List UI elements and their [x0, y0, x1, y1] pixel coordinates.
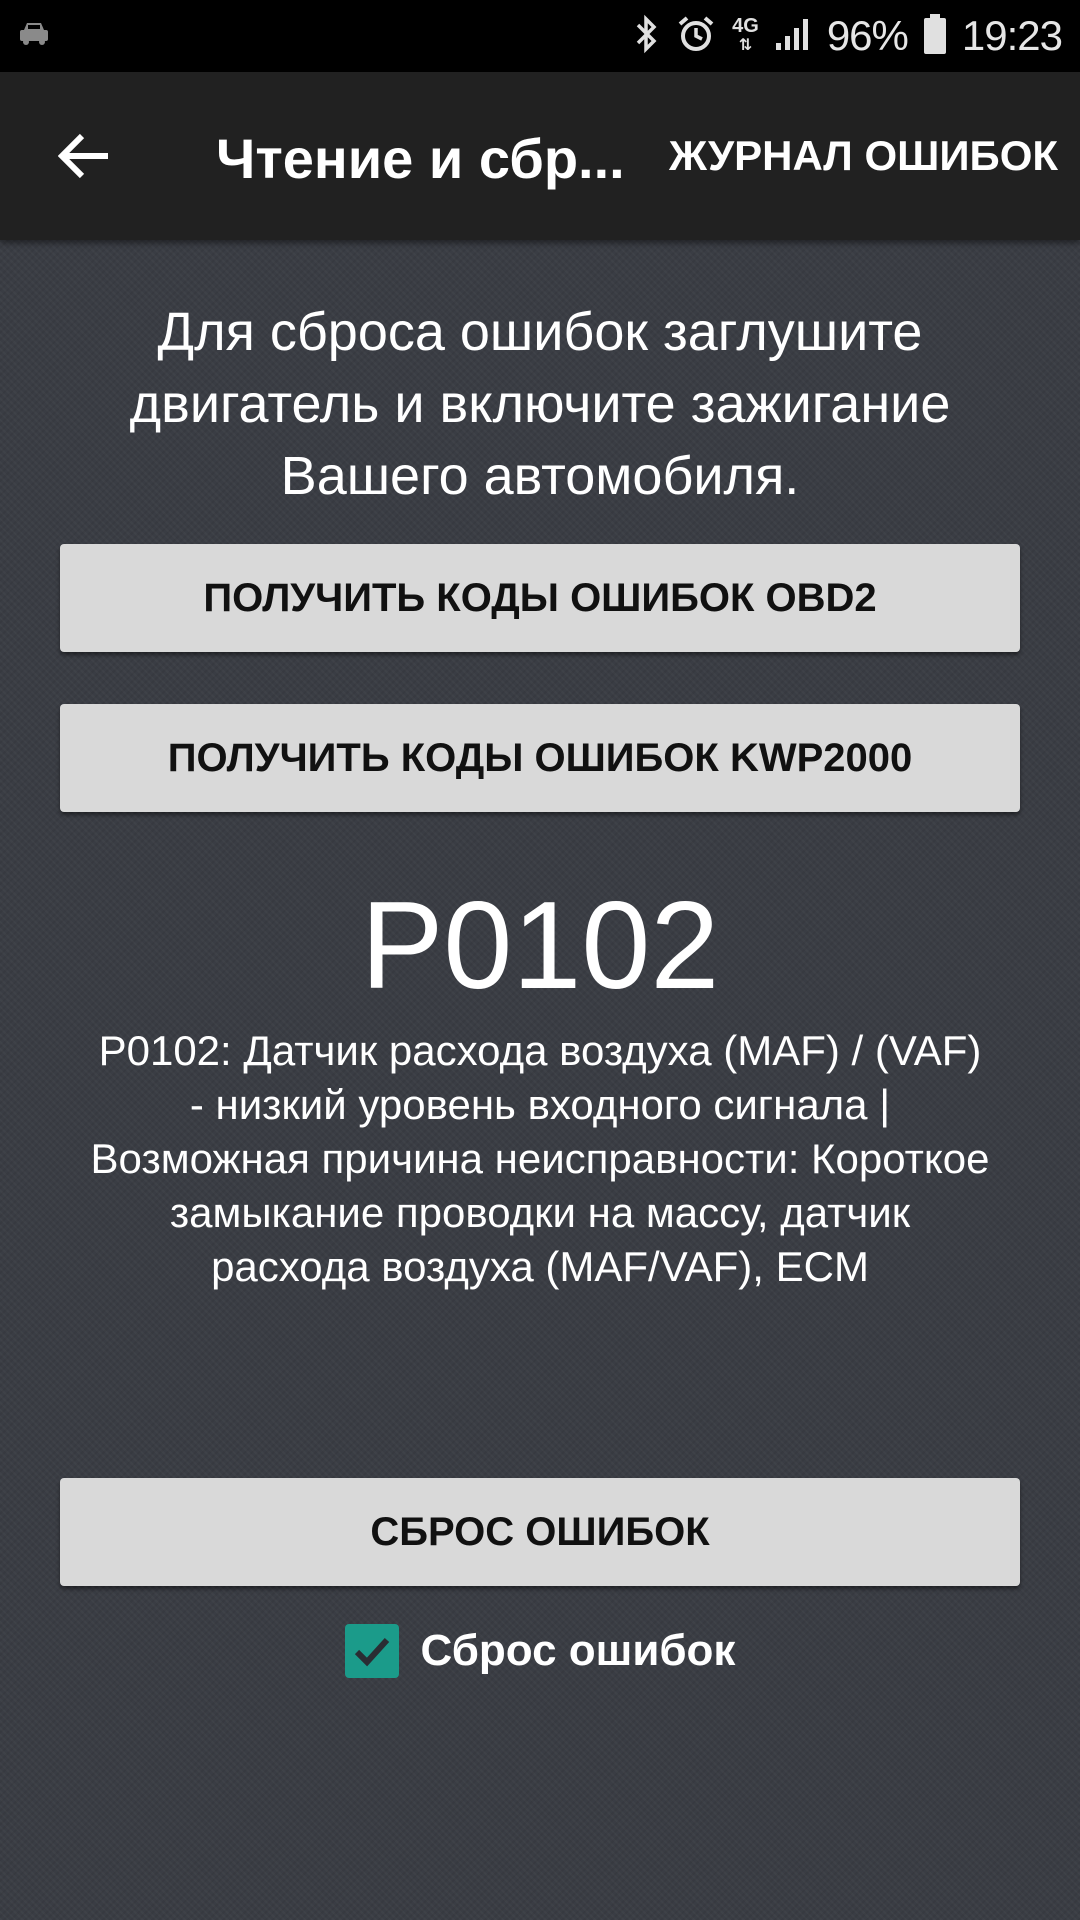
get-kwp2000-codes-button[interactable]: ПОЛУЧИТЬ КОДЫ ОШИБОК KWP2000: [60, 704, 1020, 812]
reset-errors-button[interactable]: СБРОС ОШИБОК: [60, 1478, 1020, 1586]
battery-icon: [923, 13, 946, 59]
reset-checkbox-label: Сброс ошибок: [420, 1626, 736, 1675]
error-description: P0102: Датчик расхода воздуха (MAF) / (V…: [90, 1027, 990, 1290]
reset-checkbox[interactable]: [344, 1624, 399, 1678]
instruction-text: Для сброса ошибок заглушите двигатель и …: [129, 302, 951, 506]
app-bar: Чтение и сбр... ЖУРНАЛ ОШИБОК: [0, 72, 1080, 240]
status-icons: 4G ⇅ 96% 19:23: [634, 0, 1063, 72]
clock: 19:23: [961, 12, 1063, 59]
error-code: P0102: [360, 877, 720, 1015]
back-button[interactable]: [44, 116, 124, 196]
page-title: Чтение и сбр...: [216, 127, 625, 190]
alarm-icon: [676, 14, 716, 59]
status-bar: 4G ⇅ 96% 19:23: [0, 0, 1080, 72]
checkmark-icon: [354, 1637, 389, 1667]
error-log-button[interactable]: ЖУРНАЛ ОШИБОК: [669, 132, 1058, 180]
signal-icon: [775, 17, 811, 56]
reset-checkbox-row[interactable]: Сброс ошибок: [0, 1624, 1080, 1678]
bluetooth-icon: [634, 14, 660, 59]
arrow-left-icon: [58, 133, 108, 179]
car-icon: [18, 20, 50, 53]
network-type: 4G ⇅: [732, 15, 759, 54]
get-obd2-codes-button[interactable]: ПОЛУЧИТЬ КОДЫ ОШИБОК OBD2: [60, 544, 1020, 652]
battery-percent: 96%: [826, 12, 909, 59]
